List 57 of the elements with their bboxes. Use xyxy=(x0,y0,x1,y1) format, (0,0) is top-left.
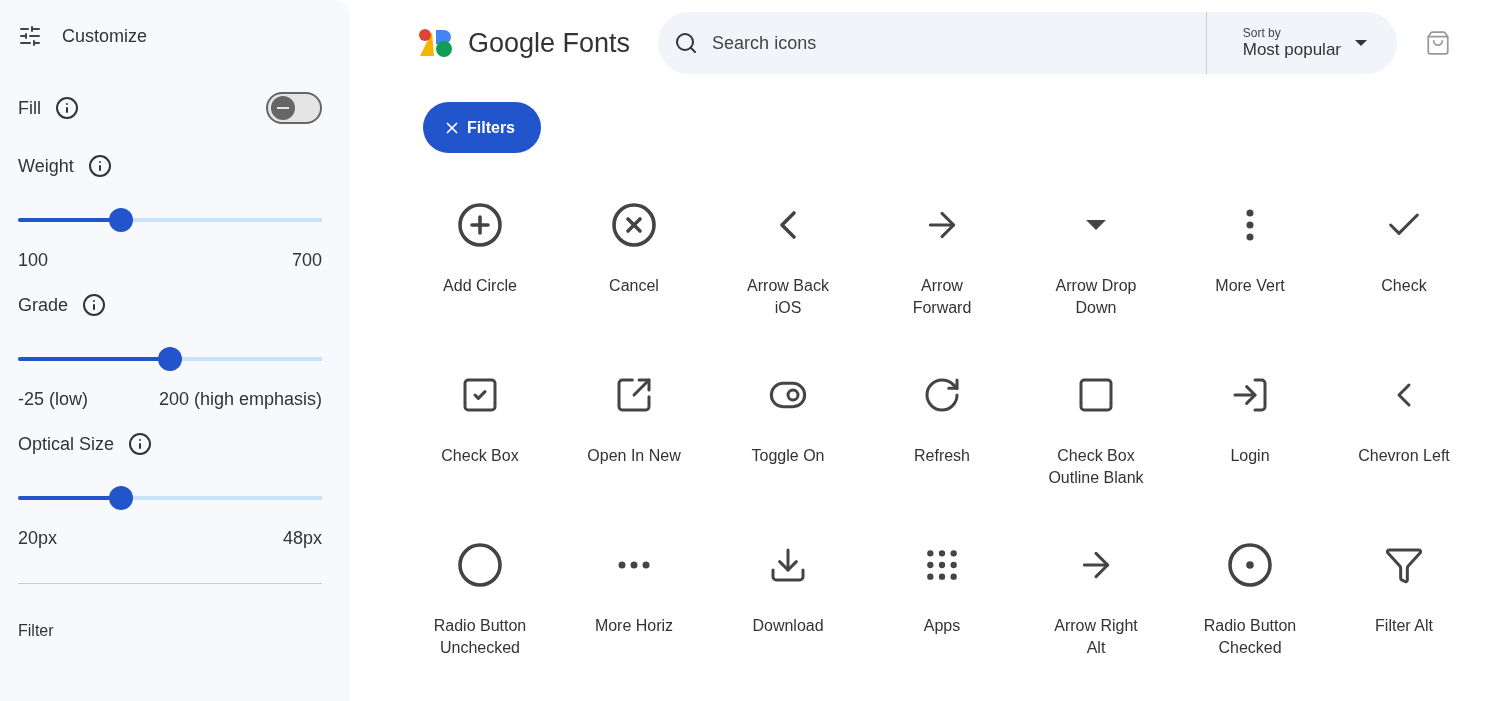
icon-label[interactable]: Arrow Back iOS xyxy=(738,275,838,319)
plus-circle-icon xyxy=(456,201,504,249)
vertical-dots-icon xyxy=(1246,209,1254,241)
slider-label: Optical Size xyxy=(18,433,115,455)
icon-label[interactable]: Apps xyxy=(892,615,992,637)
panel-title: Customize xyxy=(62,25,148,47)
fill-label: Fill xyxy=(18,97,41,119)
slider-min-label: 100 xyxy=(18,250,49,271)
caret-down-icon xyxy=(1086,220,1106,230)
icon-label[interactable]: Arrow Forward xyxy=(892,275,992,319)
slider-thumb[interactable] xyxy=(109,486,134,510)
icon-label[interactable]: More Vert xyxy=(1200,275,1300,297)
slider-min-label: -25 (low) xyxy=(18,389,88,410)
sliders-icon[interactable] xyxy=(18,24,42,48)
icon-label[interactable]: Open In New xyxy=(584,445,684,467)
info-icon[interactable] xyxy=(55,96,79,120)
slider-thumb[interactable] xyxy=(158,347,182,371)
icon-label[interactable]: More Horiz xyxy=(584,615,684,637)
icon-label[interactable]: Refresh xyxy=(892,445,992,467)
filters-button[interactable]: Filters xyxy=(423,102,541,153)
icon-label[interactable]: Radio Button Checked xyxy=(1200,615,1300,659)
filter-heading: Filter xyxy=(18,622,55,640)
slider-max-label: 48px xyxy=(282,528,322,549)
slider-max-label: 700 xyxy=(291,250,322,271)
caret-icon xyxy=(1355,40,1367,46)
sort-dropdown[interactable]: Sort by Most popular xyxy=(1205,12,1397,74)
search-icon xyxy=(674,31,699,55)
icon-label[interactable]: Arrow Right Alt xyxy=(1046,615,1146,659)
icon-label[interactable]: Check Box Outline Blank xyxy=(1046,445,1146,489)
icon-label[interactable]: Check Box xyxy=(430,445,530,467)
fill-toggle[interactable] xyxy=(266,92,322,124)
bag-icon[interactable] xyxy=(1425,30,1451,56)
icon-label[interactable]: Toggle On xyxy=(738,445,838,467)
minus-icon xyxy=(277,107,289,109)
icon-label[interactable]: Arrow Drop Down xyxy=(1046,275,1146,319)
slider-min-label: 20px xyxy=(18,528,58,549)
icon-label[interactable]: Radio Button Unchecked xyxy=(430,615,530,659)
info-icon[interactable] xyxy=(82,293,107,317)
search-field[interactable]: Search icons Sort by Most popular xyxy=(658,12,1397,74)
slider-max-label: 200 (high emphasis) xyxy=(158,389,322,410)
circle-icon xyxy=(456,541,504,589)
slider-thumb[interactable] xyxy=(109,208,134,232)
icon-label[interactable]: Cancel xyxy=(584,275,684,297)
icon-label[interactable]: Check xyxy=(1354,275,1454,297)
icon-label[interactable]: Add Circle xyxy=(430,275,530,297)
icon-label[interactable]: Download xyxy=(738,615,838,637)
icon-label[interactable]: Filter Alt xyxy=(1354,615,1454,637)
logo-text: Google Fonts xyxy=(468,27,631,59)
horizontal-dots-icon xyxy=(618,561,650,569)
radio-checked-icon xyxy=(1226,541,1274,589)
slider-label: Weight xyxy=(18,155,74,177)
icon-label[interactable]: Chevron Left xyxy=(1354,445,1454,467)
icon-label[interactable]: Login xyxy=(1200,445,1300,467)
x-circle-icon xyxy=(610,201,658,249)
info-icon[interactable] xyxy=(87,154,112,178)
info-icon[interactable] xyxy=(128,432,153,456)
slider-label: Grade xyxy=(18,294,69,316)
